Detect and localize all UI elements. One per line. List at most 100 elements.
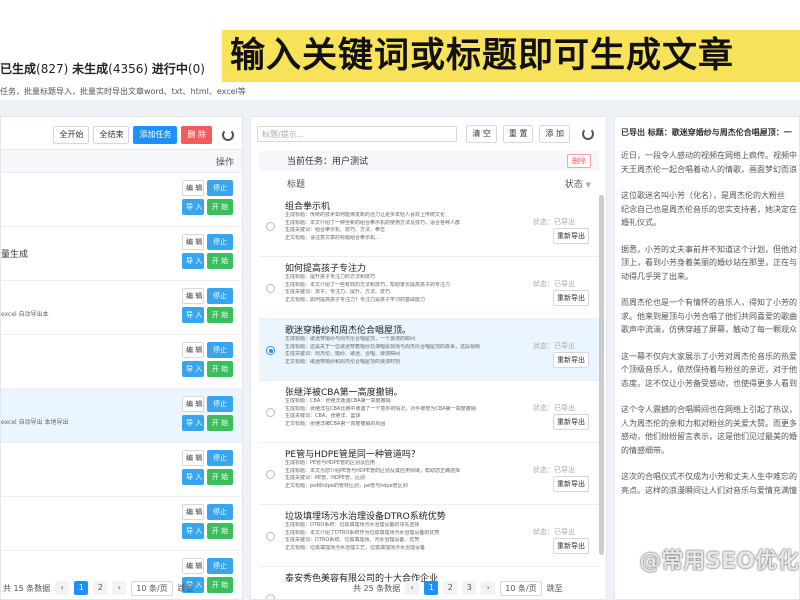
- page-2[interactable]: 2: [93, 581, 108, 595]
- start-button[interactable]: 开 始: [207, 199, 233, 215]
- start-button[interactable]: 开 始: [207, 415, 233, 431]
- article-line: 这位歌迷名叫小芳（化名），是周杰伦的大粉丝: [621, 191, 785, 200]
- task-row[interactable]: excel 自动导出 本地导出 编 辑停止导 入开 始: [1, 389, 242, 443]
- scrollbar[interactable]: [599, 195, 604, 555]
- detail-line: 生成关键词：孩子、专注力、提升、方法、技巧: [285, 289, 391, 295]
- stop-button[interactable]: 停止: [207, 450, 233, 466]
- import-button[interactable]: 导 入: [182, 523, 204, 539]
- stop-button[interactable]: 停止: [207, 234, 233, 250]
- import-button[interactable]: 导 入: [182, 469, 204, 485]
- row-radio[interactable]: [266, 284, 275, 293]
- page-3[interactable]: 3: [462, 581, 477, 595]
- edit-button[interactable]: 编 辑: [182, 558, 204, 574]
- filter-icon[interactable]: ▼: [586, 181, 591, 189]
- import-button[interactable]: 导 入: [182, 361, 204, 377]
- stop-button[interactable]: 停止: [207, 504, 233, 520]
- stop-button[interactable]: 停止: [207, 342, 233, 358]
- detail-line: 正文标题：张继洋被CBA第一高度撤销的原因: [285, 420, 386, 427]
- stop-button[interactable]: 停止: [207, 558, 233, 574]
- title-pager: 共 25 条数据 ‹ 1 2 3 › 10 条/页 跳至: [351, 577, 563, 599]
- top-banner: 输入关键词或标题即可生成文章 已生成(827) 未生成(4356) 进行中(0)…: [0, 0, 800, 100]
- task-row-text: excel 自动导出 本地导出: [1, 419, 69, 426]
- article-paragraph: 据悉，小芳的丈夫事前并不知道这个计划，但他对 顶上，看到小芳身着美丽的婚纱站在那里…: [621, 243, 799, 284]
- import-button[interactable]: 导 入: [182, 415, 204, 431]
- article-line: 这次的合唱仪式不仅成为小芳和丈夫人生中难忘的: [621, 472, 797, 481]
- add-title-button[interactable]: 添 加: [539, 125, 570, 143]
- prev-page-icon[interactable]: ‹: [55, 581, 70, 595]
- page-1[interactable]: 1: [74, 581, 89, 595]
- reexport-button[interactable]: 重新导出: [553, 228, 589, 244]
- edit-button[interactable]: 编 辑: [182, 234, 204, 250]
- article-line: 顶上，看到小芳身着美丽的婚纱站在那里，正在与: [621, 258, 797, 267]
- title-row[interactable]: 歌迷穿婚纱和周杰伦合唱屋顶。 生成标题：歌迷穿婚纱与周杰伦合唱屋顶，一个浪漫的瞬间…: [259, 319, 599, 381]
- start-button[interactable]: 开 始: [207, 577, 233, 593]
- row-radio[interactable]: [266, 594, 275, 599]
- import-button[interactable]: 导 入: [182, 199, 204, 215]
- import-button[interactable]: 导 入: [182, 253, 204, 269]
- task-row-actions: 编 辑停止导 入开 始: [182, 180, 234, 215]
- add-task-button[interactable]: 添加任务: [133, 126, 178, 144]
- edit-button[interactable]: 编 辑: [182, 288, 204, 304]
- start-button[interactable]: 开 始: [207, 361, 233, 377]
- refresh-icon[interactable]: [222, 129, 234, 141]
- export-status: 状态：已导出: [533, 528, 575, 536]
- task-row[interactable]: 编 辑停止导 入开 始: [1, 497, 242, 551]
- start-button[interactable]: 开 始: [207, 253, 233, 269]
- generated-count: (827): [36, 62, 69, 76]
- reset-button[interactable]: 重 置: [502, 125, 534, 143]
- article-paragraph: 这次的合唱仪式不仅成为小芳和丈夫人生中难忘的 亮点。这样的浪漫瞬间让人们对音乐与爱…: [621, 470, 799, 497]
- delete-task-button[interactable]: 删 除: [181, 126, 212, 144]
- delete-title-button[interactable]: 删除: [567, 154, 591, 168]
- reexport-button[interactable]: 重新导出: [553, 414, 589, 430]
- edit-button[interactable]: 编 辑: [182, 342, 204, 358]
- stop-button[interactable]: 停止: [207, 396, 233, 412]
- clear-button[interactable]: 清 空: [466, 125, 497, 143]
- start-button[interactable]: 开 始: [207, 469, 233, 485]
- page-2[interactable]: 2: [443, 581, 458, 595]
- title-row[interactable]: 张继洋被CBA第一高度撤销。 生成标题：CBA：张继洋遭遇CBA第一高度撤销 生成标…: [259, 381, 599, 443]
- refresh-icon[interactable]: [582, 128, 594, 140]
- row-radio[interactable]: [266, 346, 275, 355]
- per-page-select[interactable]: 10 条/页: [500, 580, 542, 596]
- edit-button[interactable]: 编 辑: [182, 450, 204, 466]
- title-row[interactable]: 垃圾填埋场污水治理设备DTRO系统优势 生成标题：DTRO系统：垃圾填埋场污水治理…: [259, 505, 599, 567]
- edit-button[interactable]: 编 辑: [182, 180, 204, 196]
- prev-page-icon[interactable]: ‹: [405, 581, 420, 595]
- title-row[interactable]: 组合拳示机 生成标题：传统的技术如何能焕发新的活力让更多年轻人喜欢上传统文化 生成标…: [259, 195, 599, 257]
- task-row[interactable]: excel 自动导出本 编 辑停止导 入开 始: [1, 281, 242, 335]
- end-all-button[interactable]: 全结束: [93, 126, 130, 144]
- stop-button[interactable]: 停止: [207, 180, 233, 196]
- row-radio[interactable]: [266, 470, 275, 479]
- edit-button[interactable]: 编 辑: [182, 396, 204, 412]
- start-button[interactable]: 开 始: [207, 523, 233, 539]
- page-1[interactable]: 1: [424, 581, 439, 595]
- title-row[interactable]: 如何提高孩子专注力 生成标题：提升孩子专注力的方法和技巧 生成标题：本文介绍了一些有…: [259, 257, 599, 319]
- reexport-button[interactable]: 重新导出: [553, 352, 589, 368]
- title-search-input[interactable]: 标题/提示...: [257, 126, 457, 142]
- reexport-button[interactable]: 重新导出: [553, 476, 589, 492]
- next-page-icon[interactable]: ›: [481, 581, 496, 595]
- reexport-button[interactable]: 重新导出: [553, 290, 589, 306]
- task-row[interactable]: 编 辑停止导 入开 始: [1, 443, 242, 497]
- detail-line: 正文标题：请注意文章的标题组合拳示机...: [285, 234, 380, 241]
- title-row[interactable]: PE管与HDPE管是同一种管道吗？ 生成标题：PE管与HDPE管的区别及应用 生成标…: [259, 443, 599, 505]
- current-task-bar: 当前任务：用户测试 删除: [259, 151, 599, 171]
- task-row[interactable]: 量生成 编 辑停止导 入开 始: [1, 227, 242, 281]
- row-radio[interactable]: [266, 408, 275, 417]
- per-page-select[interactable]: 10 条/页: [131, 580, 173, 596]
- start-all-button[interactable]: 全开始: [53, 126, 90, 144]
- import-button[interactable]: 导 入: [182, 307, 204, 323]
- task-list-panel: 全开始 全结束 添加任务 删 除 操作 编 辑停止导 入开 始量生成编 辑停止导…: [0, 116, 243, 600]
- detail-line: 生成标题：这是关于一位歌迷穿着婚纱在演唱会现场与周杰伦合唱屋顶的故事，这段视频: [285, 343, 481, 350]
- next-page-icon[interactable]: ›: [112, 581, 127, 595]
- stop-button[interactable]: 停止: [207, 288, 233, 304]
- row-radio[interactable]: [266, 222, 275, 231]
- reexport-button[interactable]: 重新导出: [553, 538, 589, 554]
- edit-button[interactable]: 编 辑: [182, 504, 204, 520]
- start-button[interactable]: 开 始: [207, 307, 233, 323]
- task-row[interactable]: 编 辑停止导 入开 始: [1, 173, 242, 227]
- detail-line: 生成标题：本文介绍了一些有效的方法和技巧，帮助家长提高孩子的专注力: [285, 281, 451, 288]
- task-row[interactable]: 编 辑停止导 入开 始: [1, 335, 242, 389]
- promo-title: 输入关键词或标题即可生成文章: [222, 30, 800, 82]
- row-radio[interactable]: [266, 532, 275, 541]
